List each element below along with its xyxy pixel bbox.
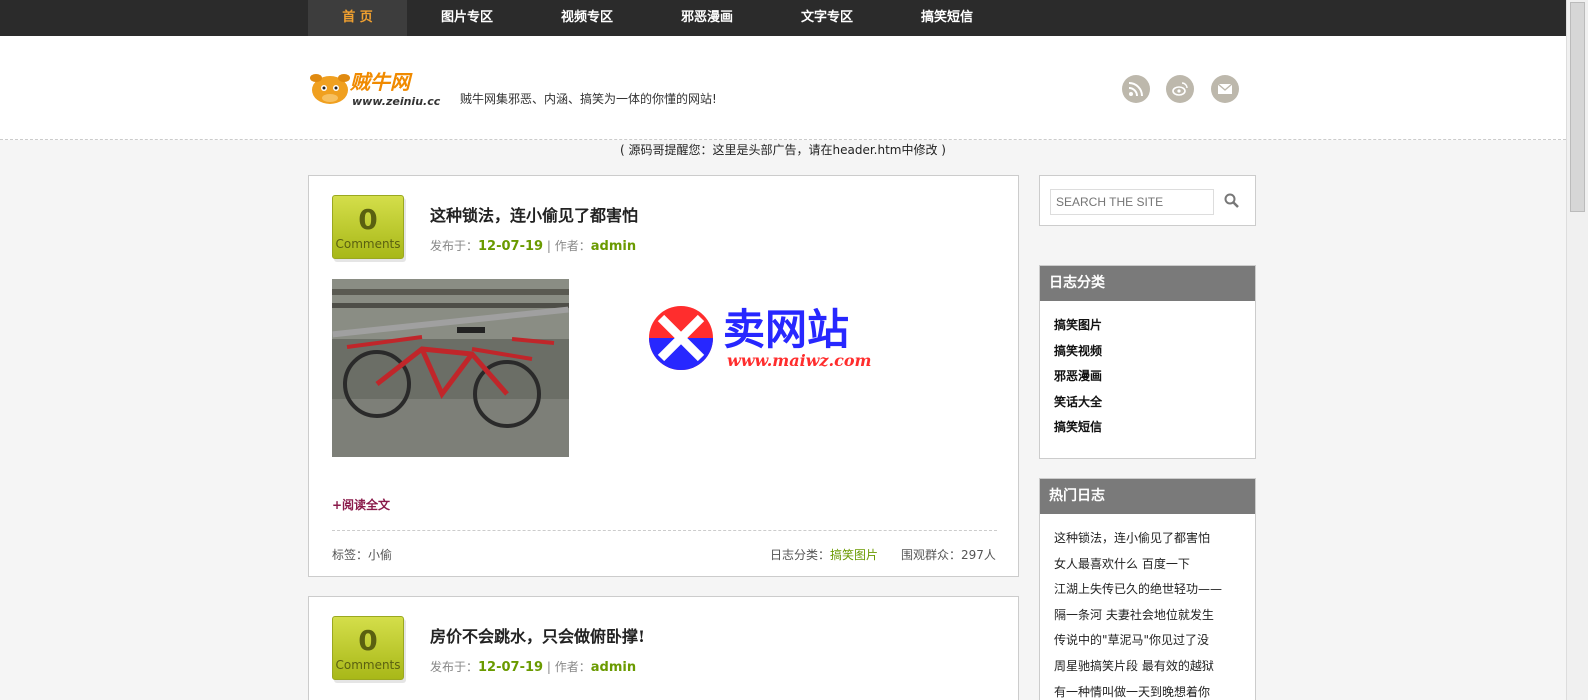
watermark-url: www.maiwz.com — [727, 351, 871, 370]
logo-text: 贼牛网 — [350, 70, 410, 94]
search-widget — [1039, 175, 1256, 226]
categories-widget: 日志分类 搞笑图片 搞笑视频 邪恶漫画 笑话大全 搞笑短信 — [1039, 265, 1256, 459]
hot-post-item[interactable]: 周星驰搞笑片段 最有效的越狱 — [1054, 654, 1244, 680]
hot-posts-widget: 热门日志 这种锁法，连小偷见了都害怕 女人最喜欢什么 百度一下 江湖上失传已久的… — [1039, 478, 1256, 700]
comments-count: 0 — [358, 624, 378, 657]
category-item[interactable]: 邪恶漫画 — [1054, 364, 1255, 390]
post-views: 围观群众：297人 — [901, 548, 996, 562]
search-input[interactable] — [1050, 189, 1214, 215]
category-item[interactable]: 搞笑短信 — [1054, 415, 1255, 441]
post-tags[interactable]: 标签：小偷 — [332, 546, 392, 563]
post-meta: 发布于：12-07-19 | 作者：admin — [430, 237, 636, 254]
author-label: | 作者： — [546, 239, 591, 253]
weibo-icon[interactable] — [1166, 75, 1194, 103]
category-link[interactable]: 搞笑图片 — [830, 548, 878, 562]
author-label: | 作者： — [546, 660, 591, 674]
hot-post-item[interactable]: 江湖上失传已久的绝世轻功—— — [1054, 577, 1244, 603]
categories-title: 日志分类 — [1040, 266, 1255, 301]
watermark-logo: 卖网站 www.maiwz.com — [649, 305, 871, 370]
post-divider — [332, 530, 997, 531]
hot-post-item[interactable]: 传说中的"草泥马"你见过了没 — [1054, 628, 1244, 654]
category-item[interactable]: 搞笑图片 — [1054, 313, 1255, 339]
header-ad-notice: ( 源码哥提醒您：这里是头部广告，请在header.htm中修改 ) — [620, 143, 946, 157]
hot-post-item[interactable]: 有一种情叫做一天到晚想着你 — [1054, 680, 1244, 700]
comments-count: 0 — [358, 203, 378, 236]
category-item[interactable]: 搞笑视频 — [1054, 339, 1255, 365]
nav-item-videos[interactable]: 视频专区 — [532, 0, 642, 36]
comments-label: Comments — [335, 658, 401, 672]
site-header: 贼牛网 www.zeiniu.cc 贼牛网集邪恶、内涵、搞笑为一体的你懂的网站! — [0, 36, 1566, 140]
nav-item-sms[interactable]: 搞笑短信 — [892, 0, 1002, 36]
post-image-bicycle[interactable] — [332, 279, 569, 457]
hot-posts-title: 热门日志 — [1040, 479, 1255, 514]
page-scrollbar[interactable] — [1566, 0, 1588, 700]
post-meta: 发布于：12-07-19 | 作者：admin — [430, 658, 636, 675]
hot-post-item[interactable]: 这种锁法，连小偷见了都害怕 — [1054, 526, 1244, 552]
logo-url: www.zeiniu.cc — [352, 95, 441, 108]
mail-icon[interactable] — [1211, 75, 1239, 103]
post-title[interactable]: 这种锁法，连小偷见了都害怕 — [430, 202, 638, 226]
rss-icon[interactable] — [1122, 75, 1150, 103]
post-author[interactable]: admin — [591, 660, 636, 675]
published-label: 发布于： — [430, 239, 479, 253]
nav-item-home[interactable]: 首 页 — [308, 0, 407, 36]
nav-item-comics[interactable]: 邪恶漫画 — [652, 0, 762, 36]
published-label: 发布于： — [430, 660, 479, 674]
post-author[interactable]: admin — [591, 239, 636, 254]
search-icon[interactable] — [1224, 193, 1240, 209]
comments-count-badge[interactable]: 0 Comments — [332, 195, 404, 259]
nav-item-text[interactable]: 文字专区 — [772, 0, 882, 36]
post-date: 12-07-19 — [478, 660, 544, 675]
post-title[interactable]: 房价不会跳水，只会做俯卧撑! — [430, 623, 645, 647]
comments-count-badge[interactable]: 0 Comments — [332, 616, 404, 680]
category-item[interactable]: 笑话大全 — [1054, 390, 1255, 416]
hot-post-item[interactable]: 隔一条河 夫妻社会地位就发生 — [1054, 603, 1244, 629]
scrollbar-thumb[interactable] — [1570, 2, 1585, 212]
top-navigation: 首 页 图片专区 视频专区 邪恶漫画 文字专区 搞笑短信 — [0, 0, 1566, 36]
post-card: 0 Comments 房价不会跳水，只会做俯卧撑! 发布于：12-07-19 |… — [308, 596, 1019, 700]
nav-item-pictures[interactable]: 图片专区 — [412, 0, 522, 36]
site-tagline: 贼牛网集邪恶、内涵、搞笑为一体的你懂的网站! — [460, 92, 717, 106]
post-card: 0 Comments 这种锁法，连小偷见了都害怕 发布于：12-07-19 | … — [308, 175, 1019, 577]
category-label: 日志分类： — [770, 548, 831, 562]
hot-post-item[interactable]: 女人最喜欢什么 百度一下 — [1054, 552, 1244, 578]
watermark-title: 卖网站 — [723, 305, 849, 354]
post-category: 日志分类：搞笑图片 — [770, 546, 878, 563]
read-more-link[interactable]: +阅读全文 — [332, 496, 390, 513]
post-date: 12-07-19 — [478, 239, 544, 254]
comments-label: Comments — [335, 237, 401, 251]
